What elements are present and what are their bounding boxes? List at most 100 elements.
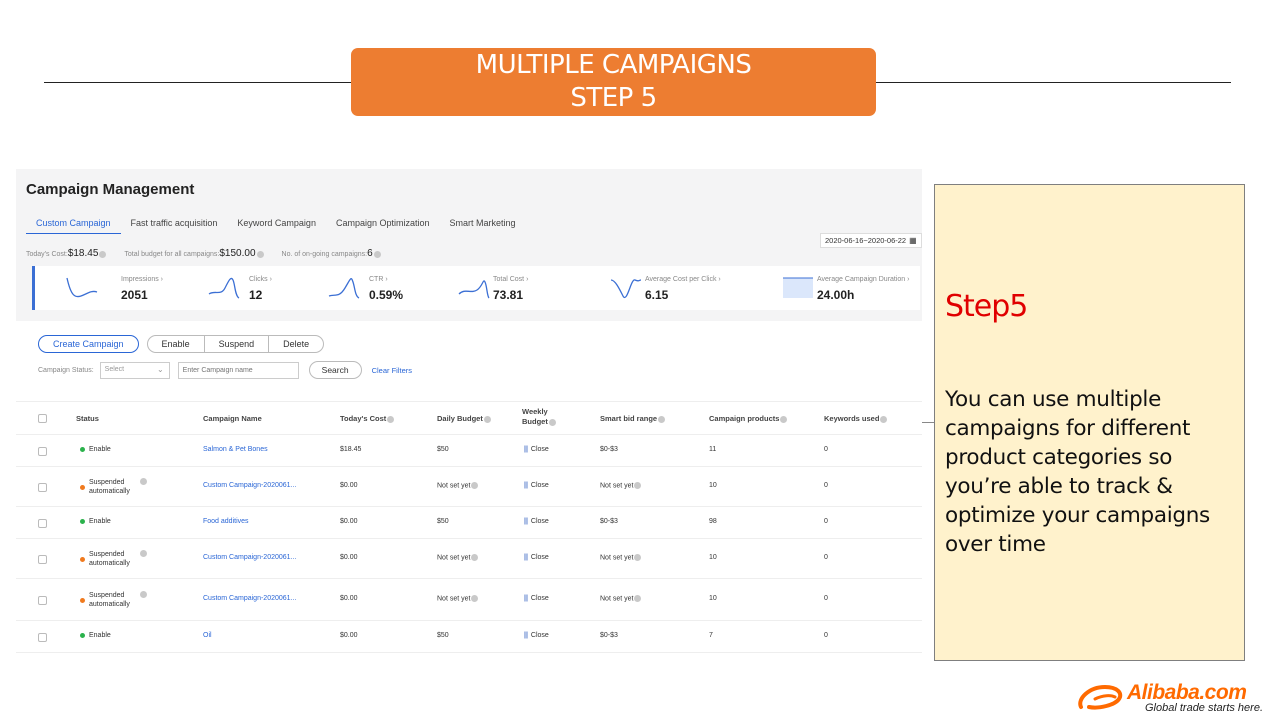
row-checkbox[interactable] [38, 447, 47, 456]
info-icon [139, 478, 147, 485]
campaign-name-link[interactable]: Custom Campaign-2020061... [203, 595, 296, 602]
row-smart-bid[interactable]: Not set yet [600, 595, 642, 602]
row-keywords-used: 0 [824, 518, 828, 525]
summary-bar: Today's Cost:$18.45 Total budget for all… [26, 248, 381, 259]
status-dot-icon [80, 518, 85, 524]
row-status: Suspended automatically [80, 478, 147, 496]
row-todays-cost: $0.00 [340, 632, 358, 639]
row-daily-budget[interactable]: $50 [437, 446, 449, 453]
campaign-name-link[interactable]: Salmon & Pet Bones [203, 446, 268, 453]
row-smart-bid[interactable]: $0-$3 [600, 446, 618, 453]
tab-keyword-campaign[interactable]: Keyword Campaign [227, 215, 326, 234]
header-weekly-budget: Weekly Budget [522, 407, 556, 427]
row-weekly-budget[interactable]: || Close [524, 632, 549, 639]
row-smart-bid[interactable]: Not set yet [600, 554, 642, 561]
create-campaign-button[interactable]: Create Campaign [38, 335, 139, 353]
note-title: Step5 [945, 289, 1028, 324]
impressions-sparkline-icon [66, 277, 98, 298]
row-checkbox[interactable] [38, 555, 47, 564]
date-range-picker[interactable]: 2020-06-16~2020-06-22 ▦ [820, 233, 922, 248]
delete-button[interactable]: Delete [269, 336, 323, 352]
search-button[interactable]: Search [308, 361, 362, 379]
calendar-icon: ▦ [909, 236, 917, 245]
suspend-button[interactable]: Suspend [205, 336, 270, 352]
banner-line-2: STEP 5 [570, 83, 657, 113]
status-dot-icon [80, 632, 85, 638]
row-checkbox[interactable] [38, 519, 47, 528]
row-campaign-products: 11 [709, 446, 717, 453]
divider-left [44, 82, 354, 83]
row-campaign-products: 98 [709, 518, 717, 525]
tab-smart-marketing[interactable]: Smart Marketing [440, 215, 526, 234]
pause-icon: || [524, 482, 528, 489]
row-campaign-products: 10 [709, 482, 717, 489]
action-buttons: Create Campaign Enable Suspend Delete [38, 335, 325, 353]
select-all-checkbox[interactable] [38, 414, 47, 423]
row-daily-budget[interactable]: Not set yet [437, 595, 479, 602]
clicks-sparkline-icon [208, 277, 240, 299]
pause-icon: || [524, 446, 528, 453]
row-checkbox[interactable] [38, 483, 47, 492]
campaign-management-screenshot: Campaign Management Custom Campaign Fast… [16, 169, 922, 663]
row-checkbox[interactable] [38, 633, 47, 642]
row-keywords-used: 0 [824, 446, 828, 453]
row-weekly-budget[interactable]: || Close [524, 554, 549, 561]
clear-filters-link[interactable]: Clear Filters [372, 366, 412, 375]
row-daily-budget[interactable]: Not set yet [437, 482, 479, 489]
row-daily-budget[interactable]: $50 [437, 632, 449, 639]
row-checkbox[interactable] [38, 596, 47, 605]
pause-icon: || [524, 518, 528, 525]
table-row: Suspended automatically Custom Campaign-20… [16, 579, 922, 621]
campaign-name-input[interactable] [177, 361, 299, 379]
info-icon [634, 595, 642, 602]
tab-custom-campaign[interactable]: Custom Campaign [26, 215, 121, 234]
campaign-name-link[interactable]: Custom Campaign-2020061... [203, 482, 296, 489]
status-dot-icon [80, 556, 85, 562]
campaign-status-select[interactable]: Select ⌄ [99, 361, 170, 379]
row-weekly-budget[interactable]: || Close [524, 482, 549, 489]
info-icon [99, 250, 107, 258]
row-smart-bid[interactable]: $0-$3 [600, 518, 618, 525]
info-icon [483, 415, 491, 423]
filter-row: Campaign Status: Select⌄ Search Clear Fi… [38, 361, 412, 379]
info-icon [471, 595, 479, 602]
info-icon [387, 415, 395, 423]
table-row: Enable Salmon & Pet Bones $18.45 $50 || Close… [16, 435, 922, 467]
row-todays-cost: $0.00 [340, 482, 358, 489]
row-todays-cost: $0.00 [340, 554, 358, 561]
tab-campaign-optimization[interactable]: Campaign Optimization [326, 215, 440, 234]
row-smart-bid[interactable]: $0-$3 [600, 632, 618, 639]
info-icon [139, 591, 147, 598]
row-campaign-products: 7 [709, 632, 713, 639]
info-icon [373, 250, 381, 258]
alibaba-tagline: Global trade starts here. [1145, 702, 1264, 714]
campaign-name-link[interactable]: Oil [203, 632, 212, 639]
info-icon [548, 418, 556, 426]
header-todays-cost: Today's Cost [340, 414, 395, 423]
campaign-name-link[interactable]: Food additives [203, 518, 249, 525]
row-daily-budget[interactable]: $50 [437, 518, 449, 525]
step-note: Step5 You can use multiple campaigns for… [934, 184, 1245, 661]
table-row: Suspended automatically Custom Campaign-20… [16, 467, 922, 507]
campaign-name-link[interactable]: Custom Campaign-2020061... [203, 554, 296, 561]
metrics-strip: Impressions › 2051 Clicks › 12 CTR › 0.5… [32, 266, 920, 310]
note-text: You can use multiple campaigns for diffe… [945, 387, 1210, 557]
title-banner: MULTIPLE CAMPAIGNS STEP 5 [351, 48, 876, 116]
row-smart-bid[interactable]: Not set yet [600, 482, 642, 489]
alibaba-smile-icon [1078, 684, 1123, 710]
banner-line-1: MULTIPLE CAMPAIGNS [475, 50, 752, 80]
status-dot-icon [80, 597, 85, 603]
row-daily-budget[interactable]: Not set yet [437, 554, 479, 561]
row-weekly-budget[interactable]: || Close [524, 518, 549, 525]
row-keywords-used: 0 [824, 632, 828, 639]
info-icon [139, 550, 147, 557]
enable-button[interactable]: Enable [148, 336, 205, 352]
total-cost-sparkline-icon [458, 280, 490, 299]
row-weekly-budget[interactable]: || Close [524, 446, 549, 453]
row-status: Suspended automatically [80, 550, 147, 568]
tab-fast-traffic[interactable]: Fast traffic acquisition [121, 215, 228, 234]
row-weekly-budget[interactable]: || Close [524, 595, 549, 602]
info-icon [880, 415, 888, 423]
header-campaign-name: Campaign Name [203, 414, 262, 423]
row-todays-cost: $0.00 [340, 518, 358, 525]
